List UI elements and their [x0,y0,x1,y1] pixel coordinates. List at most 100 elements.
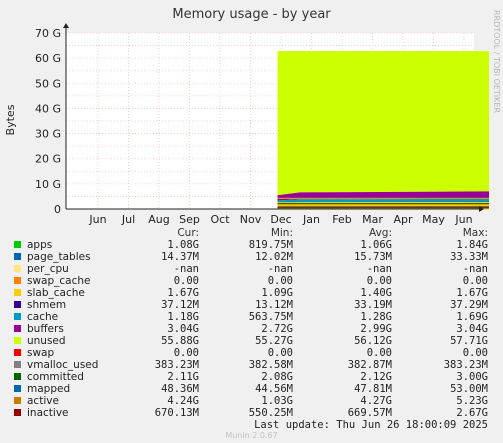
legend-swatch-unused [14,337,21,344]
legend-value-min: 1.09G [261,287,293,299]
legend-value-avg: 4.27G [360,395,392,407]
x-tick-label: Jul [121,213,135,226]
legend-value-min: 550.25M [249,407,293,419]
legend-label-swap_cache: swap_cache [27,275,91,287]
legend-value-cur: 1.18G [167,311,199,323]
legend-value-avg: 2.12G [360,371,392,383]
y-tick-label: 60 G [35,52,61,65]
legend-value-avg: 47.81M [354,383,392,395]
x-tick-label: Nov [240,213,262,226]
legend-value-min: 563.75M [249,311,293,323]
legend-swatch-buffers [14,325,21,332]
legend-swatch-committed [14,373,21,380]
legend-value-avg: 15.73M [354,251,392,263]
legend-value-cur: 0.00 [174,275,199,287]
legend-value-avg: 382.87M [348,359,392,371]
legend-value-max: 383.23M [444,359,488,371]
last-update: Last update: Thu Jun 26 18:00:09 2025 [254,419,488,431]
legend-table: Cur: Min: Avg: Max: apps 1.08G 819.75M 1.06… [14,227,488,419]
legend-swatch-cache [14,313,21,320]
legend-value-cur: 1.08G [167,239,199,251]
legend-label-active: active [27,395,59,407]
legend-header-cur: Cur: [177,227,199,239]
legend-value-max: 5.23G [456,395,488,407]
legend-label-vmalloc_used: vmalloc_used [27,359,98,371]
legend-value-cur: 1.67G [167,287,199,299]
legend-value-cur: 48.36M [161,383,199,395]
munin-version: Munin 2.0.67 [225,431,277,440]
y-tick-labels: 0 10 G 20 G 30 G 40 G 50 G 60 G 70 G [35,27,61,216]
legend-value-cur: 670.13M [155,407,199,419]
legend-value-avg: 33.19M [354,299,392,311]
legend-swatch-mapped [14,385,21,392]
y-tick-label: 70 G [35,27,61,40]
legend-value-max: 1.67G [456,287,488,299]
legend-value-max: -nan [463,263,488,275]
legend-value-avg: 669.57M [348,407,392,419]
x-tick-label: Dec [270,213,291,226]
legend-value-avg: 1.40G [360,287,392,299]
legend-label-unused: unused [27,335,66,347]
legend-swatch-inactive [14,409,21,416]
legend-value-cur: 383.23M [155,359,199,371]
legend-value-max: 2.67G [456,407,488,419]
y-tick-label: 20 G [35,153,61,166]
legend-label-apps: apps [27,239,52,251]
chart-title: Memory usage - by year [172,7,331,22]
legend-value-max: 0.00 [463,347,488,359]
legend-label-committed: committed [27,371,84,383]
legend-swatch-apps [14,241,21,248]
legend-value-min: 13.12M [255,299,293,311]
munin-graph: Memory usage - by year RRDTOOL / TOBI OE… [0,0,503,443]
legend-value-avg: 0.00 [367,275,392,287]
legend-label-mapped: mapped [27,383,70,395]
legend-value-min: 12.02M [255,251,293,263]
x-tick-label: Jan [302,213,320,226]
legend-value-cur: 37.12M [161,299,199,311]
x-tick-label: Aug [148,213,169,226]
legend-value-min: 44.56M [255,383,293,395]
x-tick-labels: Jun Jul Aug Sep Oct Nov Dec Jan Feb Mar Apr May Jun [88,213,472,226]
x-tick-label: Jun [454,213,472,226]
rrdtool-watermark: RRDTOOL / TOBI OETIKER [492,10,501,113]
legend-value-cur: 3.04G [167,323,199,335]
legend-value-max: 57.71G [450,335,488,347]
legend-swatch-swap_cache [14,277,21,284]
legend-value-cur: 55.88G [161,335,199,347]
legend-value-min: 2.08G [261,371,293,383]
legend-swatch-active [14,397,21,404]
legend-swatch-vmalloc_used [14,361,21,368]
legend-value-max: 53.00M [450,383,488,395]
legend-label-cache: cache [27,311,58,323]
y-tick-label: 50 G [35,77,61,90]
legend-value-min: 1.03G [261,395,293,407]
legend-value-avg: 1.28G [360,311,392,323]
legend-value-max: 1.69G [456,311,488,323]
legend-value-min: -nan [268,263,293,275]
legend-value-avg: 56.12G [354,335,392,347]
legend-label-page_tables: page_tables [27,251,91,263]
x-tick-label: Mar [362,213,383,226]
legend-header-max: Max: [463,227,488,239]
x-tick-label: Sep [179,213,200,226]
legend-value-min: 2.72G [261,323,293,335]
area-unused [277,51,489,196]
memory-usage-chart: Memory usage - by year RRDTOOL / TOBI OE… [4,7,501,440]
legend-value-min: 55.27G [255,335,293,347]
legend-value-cur: 4.24G [167,395,199,407]
y-axis-label: Bytes [4,104,17,135]
legend-value-avg: 0.00 [367,347,392,359]
y-tick-label: 0 [54,203,61,216]
legend-header-avg: Avg: [369,227,392,239]
y-axis-arrow [63,23,69,28]
legend-value-max: 0.00 [463,275,488,287]
legend-value-min: 819.75M [249,239,293,251]
legend-value-cur: 14.37M [161,251,199,263]
legend-value-cur: -nan [174,263,199,275]
x-tick-label: Feb [332,213,351,226]
y-tick-label: 10 G [35,178,61,191]
legend-value-cur: 0.00 [174,347,199,359]
legend-label-buffers: buffers [27,323,64,335]
x-tick-label: Apr [393,213,413,226]
legend-header-min: Min: [271,227,293,239]
